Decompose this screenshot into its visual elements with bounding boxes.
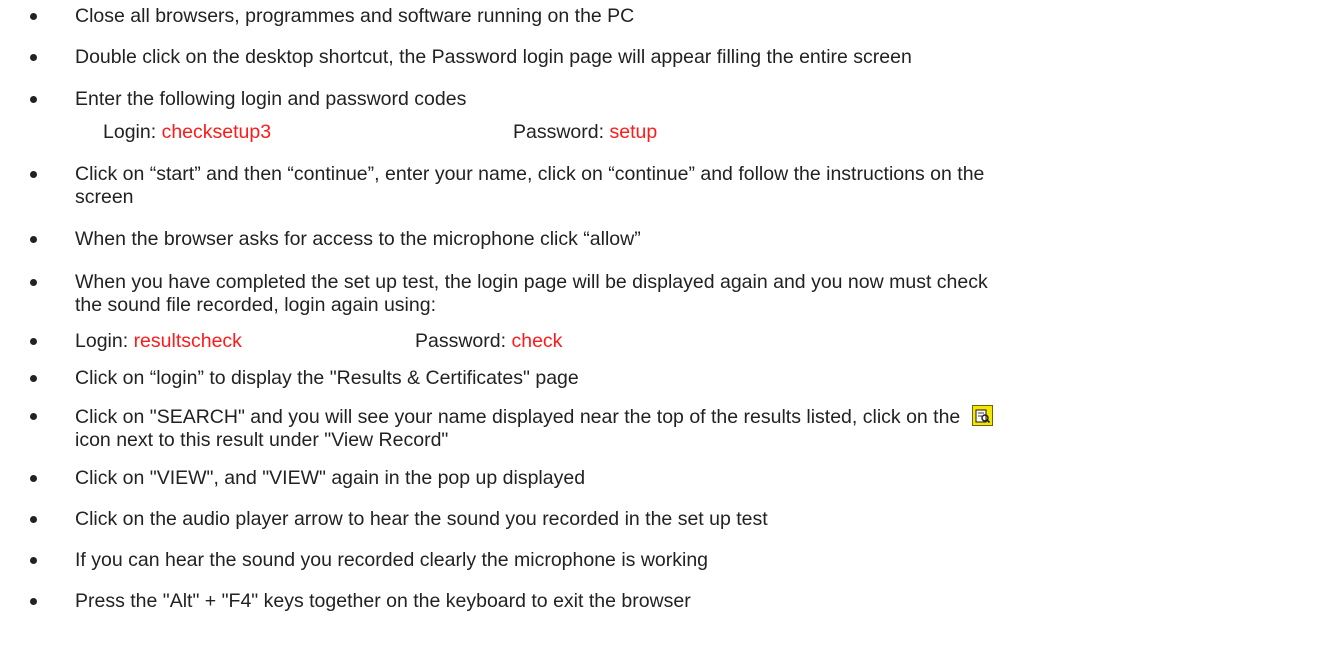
instructions-document: Close all browsers, programmes and softw… xyxy=(0,0,1320,660)
setup-login: Login: checksetup3 xyxy=(103,121,271,144)
instruction-text-continued: icon next to this result under "View Rec… xyxy=(75,429,449,451)
instruction-text: Click on “start” and then “continue”, en… xyxy=(75,163,985,185)
bullet-icon xyxy=(30,338,37,345)
bullet-icon xyxy=(30,375,37,382)
password-value: setup xyxy=(609,121,658,143)
bullet-icon xyxy=(30,13,37,20)
instruction-text: Click on "SEARCH" and you will see your … xyxy=(75,406,961,428)
login-value: checksetup3 xyxy=(161,121,272,143)
instruction-text: Click on the audio player arrow to hear … xyxy=(75,508,768,530)
bullet-icon xyxy=(30,413,37,420)
instruction-text: Enter the following login and password c… xyxy=(75,88,467,110)
instruction-text: When the browser asks for access to the … xyxy=(75,228,641,250)
password-label: Password: xyxy=(513,121,605,143)
bullet-icon xyxy=(30,236,37,243)
password-value: check xyxy=(511,330,563,352)
instruction-text: Close all browsers, programmes and softw… xyxy=(75,5,635,27)
instruction-text: Click on "VIEW", and "VIEW" again in the… xyxy=(75,467,586,489)
instruction-text-continued: the sound file recorded, login again usi… xyxy=(75,294,436,316)
results-password: Password: check xyxy=(415,330,562,353)
instruction-text: When you have completed the set up test,… xyxy=(75,271,988,293)
login-label: Login: xyxy=(103,121,157,143)
bullet-icon xyxy=(30,516,37,523)
login-value: resultscheck xyxy=(133,330,242,352)
instruction-text: Press the "Alt" + "F4" keys together on … xyxy=(75,590,691,612)
login-label: Login: xyxy=(75,330,129,352)
bullet-icon xyxy=(30,96,37,103)
instruction-text: Click on “login” to display the "Results… xyxy=(75,367,579,389)
bullet-icon xyxy=(30,54,37,61)
bullet-icon xyxy=(30,475,37,482)
bullet-icon xyxy=(30,598,37,605)
bullet-icon xyxy=(30,279,37,286)
results-login: Login: resultscheck xyxy=(75,330,242,353)
setup-password: Password: setup xyxy=(513,121,657,144)
bullet-icon xyxy=(30,171,37,178)
instruction-text: Double click on the desktop shortcut, th… xyxy=(75,46,912,68)
instruction-line: Click on "SEARCH" and you will see your … xyxy=(75,405,1305,429)
password-label: Password: xyxy=(415,330,507,352)
bullet-icon xyxy=(30,557,37,564)
view-record-icon xyxy=(971,405,993,426)
instruction-text: If you can hear the sound you recorded c… xyxy=(75,549,709,571)
instruction-text-continued: screen xyxy=(75,186,134,208)
